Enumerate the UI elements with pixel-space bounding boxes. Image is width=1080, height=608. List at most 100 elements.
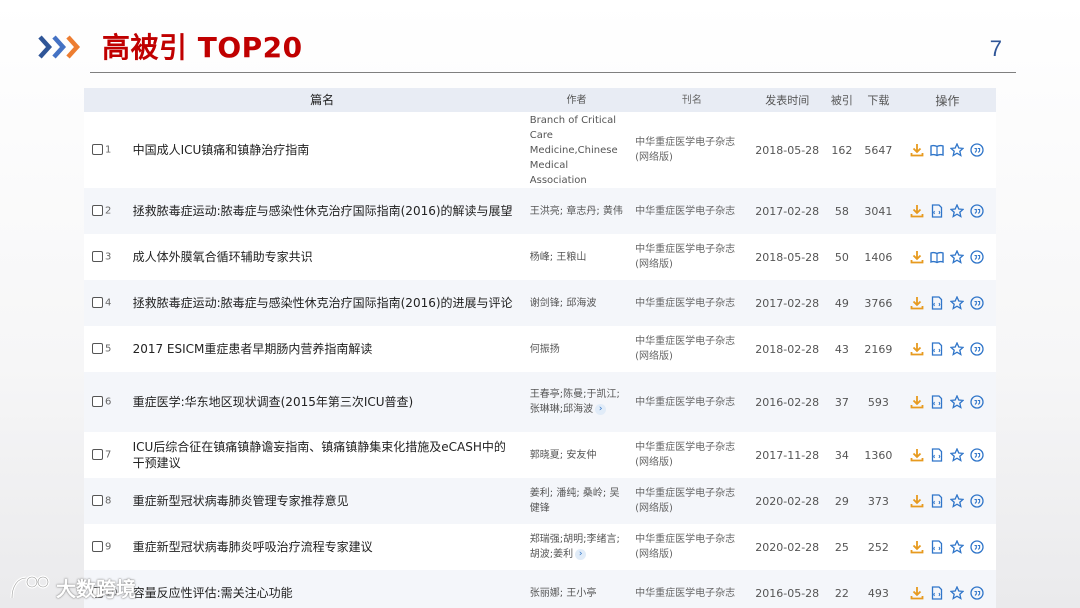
download-icon[interactable] (910, 204, 924, 218)
more-authors-button[interactable]: › (575, 548, 587, 560)
star-icon[interactable] (950, 586, 965, 600)
star-icon[interactable] (950, 448, 965, 462)
html-icon[interactable] (930, 204, 944, 218)
paper-title-link[interactable]: ICU后综合征在镇痛镇静谵妄指南、镇痛镇静集束化措施及eCASH中的干预建议 (129, 432, 526, 478)
journal-link[interactable]: 中华重症医学电子杂志(网络版) (627, 112, 749, 188)
author-names[interactable]: 姜利; 潘纯; 桑岭; 吴健锋 (530, 488, 620, 514)
html-icon[interactable] (930, 342, 944, 356)
html-icon[interactable] (930, 494, 944, 508)
paper-title-link[interactable]: 中国成人ICU镇痛和镇静治疗指南 (129, 112, 526, 188)
star-icon[interactable] (950, 296, 965, 310)
row-index: 3 (105, 251, 112, 263)
quote-icon[interactable] (970, 540, 984, 554)
paper-title-link[interactable]: 2017 ESICM重症患者早期肠内营养指南解读 (129, 326, 526, 372)
journal-link[interactable]: 中华重症医学电子杂志(网络版) (627, 234, 749, 280)
author-names[interactable]: Branch of Critical Care Medicine,Chinese… (530, 115, 618, 186)
row-actions (899, 234, 996, 280)
author-names[interactable]: 王洪亮; 章志丹; 黄伟 (530, 206, 623, 217)
page-number: 7 (989, 36, 1002, 61)
header-date[interactable]: 发表时间 (748, 88, 826, 112)
row-index: 5 (105, 343, 112, 355)
download-icon[interactable] (910, 250, 924, 264)
paper-title-link[interactable]: 拯救脓毒症运动:脓毒症与感染性休克治疗国际指南(2016)的进展与评论 (129, 280, 526, 326)
row-checkbox[interactable] (92, 396, 103, 408)
html-icon[interactable] (930, 540, 944, 554)
journal-link[interactable]: 中华重症医学电子杂志(网络版) (627, 478, 749, 524)
header-title[interactable]: 篇名 (128, 88, 526, 112)
download-icon[interactable] (910, 395, 924, 409)
row-checkbox[interactable] (92, 449, 103, 461)
paper-title-link[interactable]: 重症新型冠状病毒肺炎呼吸治疗流程专家建议 (129, 524, 526, 570)
table-row: 9 重症新型冠状病毒肺炎呼吸治疗流程专家建议 郑瑞强;胡明;李绪言;胡波;姜利 › 中华… (84, 524, 996, 570)
star-icon[interactable] (950, 395, 965, 409)
row-checkbox[interactable] (92, 297, 103, 309)
download-icon[interactable] (910, 540, 924, 554)
download-count: 5647 (864, 143, 893, 157)
download-icon[interactable] (910, 296, 924, 310)
author-names[interactable]: 郭晓夏; 安友仲 (530, 450, 597, 461)
author-cell: 杨峰; 王粮山 (526, 234, 627, 280)
quote-icon[interactable] (970, 250, 984, 264)
html-icon[interactable] (930, 395, 944, 409)
row-checkbox[interactable] (92, 343, 103, 355)
journal-link[interactable]: 中华重症医学电子杂志(网络版) (627, 326, 749, 372)
star-icon[interactable] (950, 342, 965, 356)
download-icon[interactable] (910, 342, 924, 356)
header-cited[interactable]: 被引 (825, 88, 859, 112)
quote-icon[interactable] (970, 448, 984, 462)
quote-icon[interactable] (970, 494, 984, 508)
star-icon[interactable] (950, 204, 965, 218)
paper-title-link[interactable]: 容量反应性评估:需关注心功能 (129, 570, 526, 608)
row-checkbox[interactable] (92, 541, 103, 553)
table-row: 6 重症医学:华东地区现状调查(2015年第三次ICU普查) 王春亭;陈曼;于凯江;… (84, 372, 996, 432)
download-icon[interactable] (910, 448, 924, 462)
book-icon[interactable] (930, 250, 945, 264)
more-authors-button[interactable]: › (595, 403, 607, 415)
journal-link[interactable]: 中华重症医学电子杂志(网络版) (627, 524, 749, 570)
results-table-container: 篇名 作者 刊名 发表时间 被引 下载 操作 1 中国成人ICU镇痛和镇静治疗指南… (84, 88, 996, 608)
star-icon[interactable] (950, 494, 965, 508)
download-icon[interactable] (910, 586, 924, 600)
row-checkbox[interactable] (92, 144, 103, 156)
row-checkbox[interactable] (92, 205, 103, 217)
paper-title-link[interactable]: 成人体外膜氧合循环辅助专家共识 (129, 234, 526, 280)
star-icon[interactable] (950, 540, 965, 554)
journal-link[interactable]: 中华重症医学电子杂志 (627, 372, 749, 432)
author-names[interactable]: 张丽娜; 王小亭 (530, 588, 597, 599)
header-author[interactable]: 作者 (525, 88, 628, 112)
author-names[interactable]: 何振扬 (530, 344, 560, 355)
quote-icon[interactable] (970, 143, 984, 157)
journal-link[interactable]: 中华重症医学电子杂志 (627, 570, 749, 608)
html-icon[interactable] (930, 296, 944, 310)
html-icon[interactable] (930, 448, 944, 462)
journal-link[interactable]: 中华重症医学电子杂志 (627, 188, 749, 234)
download-icon[interactable] (910, 143, 924, 157)
paper-title-link[interactable]: 拯救脓毒症运动:脓毒症与感染性休克治疗国际指南(2016)的解读与展望 (129, 188, 526, 234)
row-checkbox[interactable] (92, 495, 103, 507)
download-count: 2169 (864, 342, 893, 356)
journal-link[interactable]: 中华重症医学电子杂志 (627, 280, 749, 326)
author-names[interactable]: 杨峰; 王粮山 (530, 252, 587, 263)
quote-icon[interactable] (970, 395, 984, 409)
book-icon[interactable] (930, 143, 945, 157)
row-checkbox[interactable] (92, 251, 103, 263)
download-icon[interactable] (910, 494, 924, 508)
star-icon[interactable] (950, 250, 965, 264)
author-names[interactable]: 谢剑锋; 邱海波 (530, 298, 597, 309)
header-downloads[interactable]: 下载 (858, 88, 899, 112)
author-names[interactable]: 王春亭;陈曼;于凯江;张琳琳;邱海波 (530, 389, 620, 415)
star-icon[interactable] (950, 143, 965, 157)
header-journal[interactable]: 刊名 (627, 88, 749, 112)
quote-icon[interactable] (970, 342, 984, 356)
citation-count: 37 (834, 395, 849, 409)
quote-icon[interactable] (970, 586, 984, 600)
download-count: 3766 (864, 296, 893, 310)
publish-date: 2017-02-28 (755, 204, 820, 218)
paper-title-link[interactable]: 重症医学:华东地区现状调查(2015年第三次ICU普查) (129, 372, 526, 432)
html-icon[interactable] (930, 586, 944, 600)
paper-title-link[interactable]: 重症新型冠状病毒肺炎管理专家推荐意见 (129, 478, 526, 524)
journal-link[interactable]: 中华重症医学电子杂志(网络版) (627, 432, 749, 478)
quote-icon[interactable] (970, 204, 984, 218)
quote-icon[interactable] (970, 296, 984, 310)
publish-date: 2016-02-28 (755, 395, 820, 409)
